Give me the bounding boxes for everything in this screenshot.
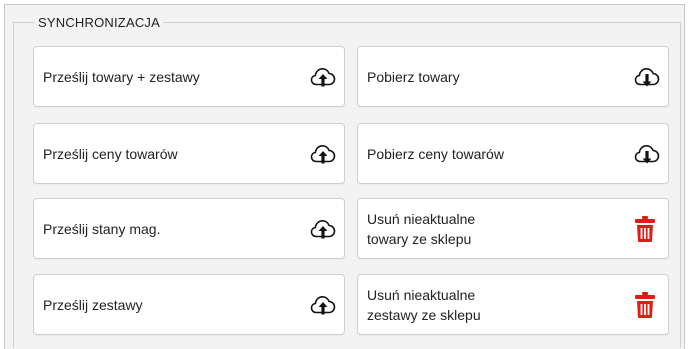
cloud-download-icon [634, 67, 660, 86]
button-label: Usuń nieaktualne zestawy ze sklepu [367, 286, 481, 323]
group-title: SYNCHRONIZACJA [35, 15, 163, 30]
button-label: Pobierz towary [367, 68, 460, 85]
cloud-upload-icon [310, 67, 336, 86]
trash-icon [635, 291, 655, 318]
button-label: Prześlij ceny towarów [43, 145, 178, 162]
cloud-upload-icon [310, 219, 336, 238]
button-label: Prześlij zestawy [43, 296, 143, 313]
delete-outdated-sets-button[interactable]: Usuń nieaktualne zestawy ze sklepu [357, 274, 669, 335]
button-label: Usuń nieaktualne towary ze sklepu [367, 210, 476, 247]
download-prices-button[interactable]: Pobierz ceny towarów [357, 123, 669, 184]
button-label: Prześlij towary + zestawy [43, 68, 200, 85]
button-label: Pobierz ceny towarów [367, 145, 504, 162]
cloud-upload-icon [310, 144, 336, 163]
upload-stock-button[interactable]: Prześlij stany mag. [33, 198, 345, 259]
upload-sets-button[interactable]: Prześlij zestawy [33, 274, 345, 335]
cloud-download-icon [634, 144, 660, 163]
button-label: Prześlij stany mag. [43, 220, 161, 237]
upload-products-sets-button[interactable]: Prześlij towary + zestawy [33, 46, 345, 107]
upload-prices-button[interactable]: Prześlij ceny towarów [33, 123, 345, 184]
cloud-upload-icon [310, 295, 336, 314]
download-products-button[interactable]: Pobierz towary [357, 46, 669, 107]
trash-icon [635, 215, 655, 242]
delete-outdated-products-button[interactable]: Usuń nieaktualne towary ze sklepu [357, 198, 669, 259]
